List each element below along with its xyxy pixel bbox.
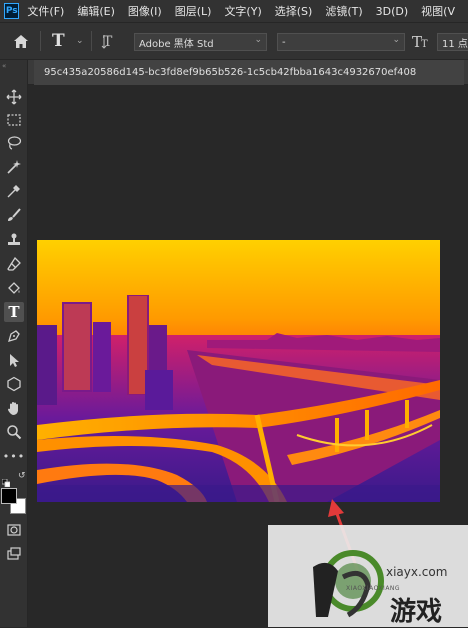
more-tools-icon[interactable]: ••• bbox=[3, 446, 24, 466]
city-night-photo bbox=[37, 240, 440, 502]
watermark-brand: 游戏 bbox=[390, 597, 443, 627]
watermark-logo: xiayx.com XIAOXIAOXIANG 游戏 bbox=[268, 525, 468, 627]
quick-mask-icon[interactable] bbox=[4, 520, 24, 540]
options-bar: T ⌄ T Adobe 黑体 Std ⌄ - ⌄ TT 11 点 bbox=[0, 22, 468, 60]
move-tool-icon[interactable] bbox=[4, 87, 24, 107]
stamp-icon[interactable] bbox=[4, 230, 24, 250]
eyedropper-icon[interactable] bbox=[4, 181, 24, 201]
menu-view[interactable]: 视图(V bbox=[421, 3, 455, 19]
marquee-tool-icon[interactable] bbox=[4, 110, 24, 130]
document-tab[interactable]: 95c435a20586d145-bc3fd8ef9b65b526-1c5cb4… bbox=[34, 60, 464, 85]
watermark-site: xiayx.com bbox=[386, 565, 448, 579]
font-size-field[interactable]: 11 点 bbox=[437, 33, 468, 51]
brush-icon[interactable] bbox=[4, 205, 24, 225]
tool-preset-picker[interactable]: T ⌄ bbox=[52, 23, 84, 59]
menu-filter[interactable]: 滤镜(T) bbox=[325, 3, 362, 19]
font-style-select[interactable]: - ⌄ bbox=[277, 33, 405, 51]
font-size-value: 11 点 bbox=[442, 38, 468, 50]
font-size-icon: TT bbox=[412, 23, 434, 59]
shape-icon[interactable] bbox=[4, 374, 24, 394]
hand-icon[interactable] bbox=[4, 398, 24, 418]
photoshop-logo[interactable]: Ps bbox=[4, 3, 20, 19]
font-family-select[interactable]: Adobe 黑体 Std ⌄ bbox=[134, 33, 267, 51]
lasso-tool-icon[interactable] bbox=[4, 133, 24, 153]
pen-icon[interactable] bbox=[4, 326, 24, 346]
document-image[interactable] bbox=[37, 240, 440, 502]
menu-select[interactable]: 选择(S) bbox=[275, 3, 313, 19]
screen-mode-icon[interactable] bbox=[4, 544, 24, 564]
menu-bar: Ps 文件(F) 编辑(E) 图像(I) 图层(L) 文字(Y) 选择(S) 滤… bbox=[0, 0, 468, 22]
type-tool-icon: T bbox=[52, 31, 65, 51]
document-tab-bar: 95c435a20586d145-bc3fd8ef9b65b526-1c5cb4… bbox=[28, 60, 468, 85]
foreground-color-swatch[interactable] bbox=[1, 488, 17, 504]
chevron-down-icon: ⌄ bbox=[254, 35, 262, 45]
font-family-value: Adobe 黑体 Std bbox=[139, 38, 214, 50]
document-tab-title: 95c435a20586d145-bc3fd8ef9b65b526-1c5cb4… bbox=[44, 67, 417, 78]
magic-wand-icon[interactable] bbox=[4, 157, 24, 177]
path-select-icon[interactable] bbox=[4, 350, 24, 370]
font-style-value: - bbox=[282, 36, 286, 48]
text-orientation-toggle[interactable]: T bbox=[101, 23, 125, 59]
eraser-icon[interactable] bbox=[4, 254, 24, 274]
tools-panel: « T ••• ↺ bbox=[0, 60, 28, 627]
menu-layer[interactable]: 图层(L) bbox=[175, 3, 212, 19]
home-icon[interactable] bbox=[10, 23, 32, 59]
collapse-panel-icon[interactable]: « bbox=[2, 62, 6, 70]
type-tool-icon[interactable]: T bbox=[4, 302, 24, 322]
menu-type[interactable]: 文字(Y) bbox=[224, 3, 261, 19]
vertical-type-icon: T bbox=[101, 34, 113, 50]
menu-image[interactable]: 图像(I) bbox=[128, 3, 162, 19]
svg-text:T: T bbox=[421, 39, 428, 49]
swap-colors-icon[interactable]: ↺ bbox=[18, 471, 26, 481]
zoom-icon[interactable] bbox=[4, 422, 24, 442]
default-colors-icon[interactable] bbox=[1, 472, 11, 488]
chevron-down-icon: ⌄ bbox=[76, 36, 84, 46]
chevron-down-icon: ⌄ bbox=[392, 35, 400, 45]
menu-3d[interactable]: 3D(D) bbox=[376, 5, 409, 18]
menu-edit[interactable]: 编辑(E) bbox=[77, 3, 115, 19]
menu-file[interactable]: 文件(F) bbox=[27, 3, 64, 19]
paint-bucket-icon[interactable] bbox=[4, 278, 24, 298]
